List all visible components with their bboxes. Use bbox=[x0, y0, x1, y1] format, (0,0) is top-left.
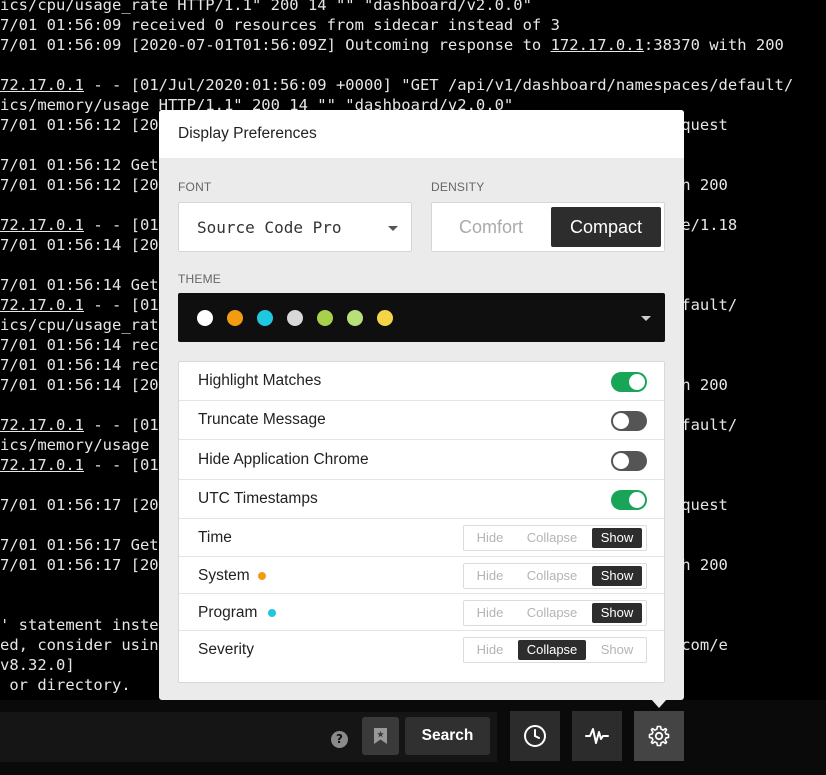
density-compact-button[interactable]: Compact bbox=[551, 207, 661, 247]
field-row: Time Hide Collapse Show bbox=[179, 519, 664, 557]
toggle-label: UTC Timestamps bbox=[198, 490, 318, 507]
segment-collapse[interactable]: Collapse bbox=[518, 640, 586, 660]
field-color-dot bbox=[268, 609, 276, 617]
activity-icon bbox=[585, 728, 609, 744]
segment-hide[interactable]: Hide bbox=[468, 603, 512, 623]
chevron-down-icon bbox=[388, 226, 398, 231]
segment-show[interactable]: Show bbox=[592, 603, 642, 623]
log-line: 7/01 01:56:17 Get bbox=[0, 536, 159, 554]
toggle-row: Truncate Message bbox=[179, 401, 664, 440]
field-label: System bbox=[198, 567, 250, 584]
log-line: 7/01 01:56:14 rec bbox=[0, 336, 159, 354]
log-line: 7/01 01:56:12 Get bbox=[0, 156, 159, 174]
field-label: Program bbox=[198, 604, 258, 621]
activity-button[interactable] bbox=[572, 711, 622, 761]
theme-swatch bbox=[227, 310, 243, 326]
field-row: Severity Hide Collapse Show bbox=[179, 631, 664, 669]
font-value: Source Code Pro bbox=[197, 218, 342, 237]
theme-swatch bbox=[287, 310, 303, 326]
segment-collapse[interactable]: Collapse bbox=[518, 603, 586, 623]
density-label: DENSITY bbox=[431, 180, 485, 194]
log-line: or directory. bbox=[0, 676, 131, 694]
density-toggle: Comfort Compact bbox=[431, 202, 665, 252]
log-line: ' statement inste bbox=[0, 616, 159, 634]
segment-show[interactable]: Show bbox=[592, 640, 642, 660]
segment-hide[interactable]: Hide bbox=[468, 640, 512, 660]
toggle-knob bbox=[629, 492, 645, 508]
toggle-switch[interactable] bbox=[611, 451, 647, 471]
chevron-down-icon bbox=[641, 316, 651, 321]
search-button[interactable]: Search bbox=[405, 717, 490, 755]
clock-icon bbox=[524, 725, 546, 747]
toggle-switch[interactable] bbox=[611, 490, 647, 510]
ip-link[interactable]: 172.17.0.1 bbox=[551, 36, 644, 54]
log-line: 7/01 01:56:14 rec bbox=[0, 356, 159, 374]
field-visibility-control: Hide Collapse Show bbox=[463, 525, 647, 551]
field-row: System Hide Collapse Show bbox=[179, 557, 664, 594]
toggle-row: Hide Application Chrome bbox=[179, 441, 664, 480]
toggle-label: Hide Application Chrome bbox=[198, 451, 369, 468]
density-comfort-button[interactable]: Comfort bbox=[432, 203, 550, 251]
theme-select[interactable] bbox=[178, 293, 665, 342]
log-line: v8.32.0] bbox=[0, 656, 75, 674]
segment-collapse[interactable]: Collapse bbox=[518, 566, 586, 586]
theme-label: THEME bbox=[178, 272, 221, 286]
ip-link[interactable]: 72.17.0.1 bbox=[0, 456, 84, 474]
panel-title: Display Preferences bbox=[178, 125, 317, 142]
ip-link[interactable]: 72.17.0.1 bbox=[0, 76, 84, 94]
font-select[interactable]: Source Code Pro bbox=[178, 202, 412, 252]
segment-collapse[interactable]: Collapse bbox=[518, 528, 586, 548]
field-label: Severity bbox=[198, 641, 254, 658]
log-line: ics/memory/usage bbox=[0, 436, 150, 454]
field-color-dot bbox=[258, 572, 266, 580]
log-line: 7/01 01:56:09 [2020-07-01T01:56:09Z] Out… bbox=[0, 36, 784, 54]
field-visibility-control: Hide Collapse Show bbox=[463, 637, 647, 663]
toggle-label: Truncate Message bbox=[198, 411, 326, 428]
theme-swatch bbox=[317, 310, 333, 326]
ip-link[interactable]: 72.17.0.1 bbox=[0, 296, 84, 314]
field-visibility-control: Hide Collapse Show bbox=[463, 563, 647, 589]
field-label: Time bbox=[198, 529, 232, 546]
theme-swatch bbox=[347, 310, 363, 326]
log-line: 7/01 01:56:14 Get bbox=[0, 276, 159, 294]
segment-show[interactable]: Show bbox=[592, 528, 642, 548]
toggle-knob bbox=[613, 413, 629, 429]
toggle-row: UTC Timestamps bbox=[179, 480, 664, 519]
toggle-knob bbox=[613, 453, 629, 469]
theme-swatch bbox=[377, 310, 393, 326]
theme-swatch bbox=[257, 310, 273, 326]
options-list: Highlight Matches Truncate Message Hide Ap… bbox=[178, 361, 665, 683]
gear-icon bbox=[648, 725, 670, 747]
ip-link[interactable]: 72.17.0.1 bbox=[0, 216, 84, 234]
history-button[interactable] bbox=[510, 711, 560, 761]
font-label: FONT bbox=[178, 180, 212, 194]
panel-pointer bbox=[651, 699, 667, 708]
settings-button[interactable] bbox=[634, 711, 684, 761]
log-line: 72.17.0.1 - - [01/Jul/2020:01:56:09 +000… bbox=[0, 76, 794, 94]
ip-link[interactable]: 72.17.0.1 bbox=[0, 416, 84, 434]
segment-hide[interactable]: Hide bbox=[468, 566, 512, 586]
field-visibility-control: Hide Collapse Show bbox=[463, 600, 647, 626]
panel-header: Display Preferences bbox=[159, 110, 684, 158]
display-preferences-panel: Display Preferences FONT DENSITY Source … bbox=[159, 110, 684, 700]
log-line: ics/cpu/usage_rate HTTP/1.1" 200 14 "" "… bbox=[0, 0, 532, 14]
toggle-row: Highlight Matches bbox=[179, 362, 664, 401]
segment-show[interactable]: Show bbox=[592, 566, 642, 586]
bookmark-icon bbox=[374, 728, 387, 744]
log-line: 7/01 01:56:09 received 0 resources from … bbox=[0, 16, 560, 34]
toggle-switch[interactable] bbox=[611, 372, 647, 392]
toggle-label: Highlight Matches bbox=[198, 372, 322, 389]
bookmark-button[interactable] bbox=[362, 717, 399, 755]
help-icon[interactable]: ? bbox=[331, 731, 348, 748]
theme-swatch bbox=[197, 310, 213, 326]
toggle-knob bbox=[629, 374, 645, 390]
log-line: ics/cpu/usage_rat bbox=[0, 316, 159, 334]
field-row: Program Hide Collapse Show bbox=[179, 594, 664, 631]
segment-hide[interactable]: Hide bbox=[468, 528, 512, 548]
toggle-switch[interactable] bbox=[611, 411, 647, 431]
